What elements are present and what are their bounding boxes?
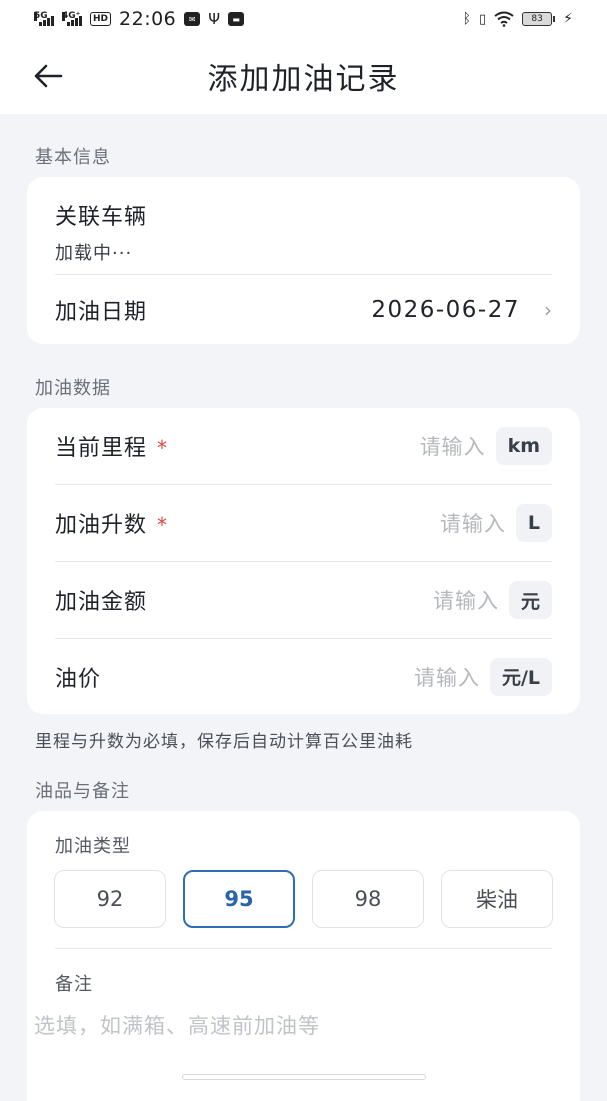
message-icon: ▬ [228,12,245,26]
liters-row: 加油升数 * 请输入 L [55,485,552,561]
charging-icon: ⚡ [563,11,573,27]
required-mark: * [157,513,169,537]
fuel-type-label: 加油类型 [55,836,131,857]
amount-label: 加油金额 [55,590,148,615]
vehicle-label: 关联车辆 [55,205,148,230]
unit-km: km [495,427,552,465]
app-header: 添加加油记录 [0,38,607,114]
wifi-icon [494,11,514,27]
amount-row: 加油金额 请输入 元 [55,562,552,638]
status-bar: 5G 4G⁺ HD 22:06 ✉ Ψ ▬ ᛒ ▯ 83 ⚡ [0,0,607,38]
app-notification-icon: ✉ [184,12,201,26]
section-label-basic: 基本信息 [35,147,111,168]
date-value: 2026-06-27 [371,296,520,323]
bluetooth-icon: ᛒ [462,11,471,27]
vehicle-value: 加载中··· [55,243,133,264]
date-row[interactable]: 加油日期 2026-06-27 › [55,275,552,344]
fuel-option-92[interactable]: 92 [54,870,166,928]
divider [55,948,552,949]
note-input[interactable]: 选填，如满箱、高速前加油等 [34,1010,320,1040]
price-row: 油价 请输入 元/L [55,639,552,714]
unit-liter: L [515,504,552,542]
date-label: 加油日期 [55,299,148,325]
fuel-option-diesel[interactable]: 柴油 [441,870,553,928]
page-title: 添加加油记录 [207,62,400,97]
price-input[interactable]: 请输入 [414,662,480,692]
usb-icon: Ψ [208,10,221,28]
battery-icon: 83 [522,12,556,26]
back-arrow-icon[interactable] [30,58,66,94]
signal-5g-icon: 5G [34,12,54,26]
status-time: 22:06 [119,8,177,30]
note-label: 备注 [55,974,93,995]
section-label-fuel-type: 油品与备注 [35,781,130,802]
unit-yuan-per-liter: 元/L [489,657,552,696]
home-indicator[interactable] [182,1074,426,1080]
unit-yuan: 元 [508,581,552,619]
basic-info-card: 关联车辆 加载中··· 加油日期 2026-06-27 › [27,177,580,344]
fuel-option-95[interactable]: 95 [183,870,295,928]
vibrate-icon: ▯ [479,11,487,27]
vehicle-selector[interactable]: 关联车辆 加载中··· [55,199,147,265]
fuel-data-card: 当前里程 * 请输入 km 加油升数 * 请输入 L 加油金额 请输入 元 油价 请… [27,408,580,714]
required-mark: * [157,436,169,460]
mileage-label: 当前里程 [55,436,148,461]
price-label: 油价 [55,666,102,692]
section-label-fuel-data: 加油数据 [35,378,111,399]
hd-icon: HD [90,12,112,26]
liters-input[interactable]: 请输入 [440,508,506,538]
fuel-type-card: 加油类型 备注 [27,811,580,1101]
mileage-input[interactable]: 请输入 [420,431,486,461]
hint-text: 里程与升数为必填，保存后自动计算百公里油耗 [35,732,413,752]
signal-4g-icon: 4G⁺ [62,12,82,26]
fuel-option-98[interactable]: 98 [312,870,424,928]
chevron-right-icon: › [544,297,552,322]
amount-input[interactable]: 请输入 [433,585,499,615]
liters-label: 加油升数 [55,513,148,538]
mileage-row: 当前里程 * 请输入 km [55,408,552,484]
